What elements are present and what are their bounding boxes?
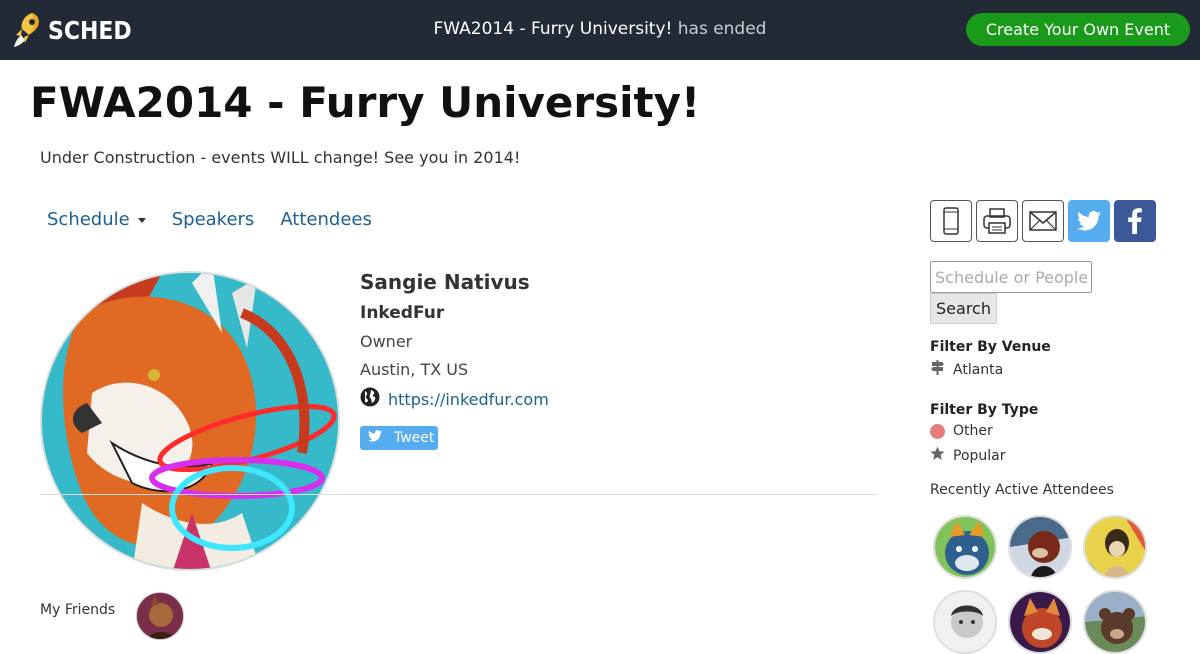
filter-type-title: Filter By Type — [930, 402, 1039, 418]
top-bar: SCHED FWA2014 - Furry University! has en… — [0, 0, 1200, 60]
search-input[interactable] — [930, 261, 1092, 293]
profile-company: InkedFur — [360, 303, 445, 323]
facebook-icon[interactable] — [1114, 200, 1156, 242]
filter-venue-label: Atlanta — [953, 361, 1004, 378]
mobile-icon[interactable] — [930, 200, 972, 242]
attendee-avatar[interactable] — [1083, 515, 1147, 579]
filter-type-popular[interactable]: Popular — [930, 446, 1006, 465]
twitter-bird-icon — [368, 430, 382, 446]
chevron-down-icon — [137, 218, 146, 223]
nav-attendees-label: Attendees — [280, 209, 372, 230]
profile-info: Sangie Nativus InkedFur Owner Austin, TX… — [360, 270, 549, 450]
section-divider — [40, 494, 878, 495]
profile-name: Sangie Nativus — [360, 270, 530, 294]
event-name[interactable]: FWA2014 - Furry University! — [434, 19, 673, 39]
nav-speakers[interactable]: Speakers — [172, 209, 255, 230]
rocket-logo-icon — [12, 11, 44, 49]
filter-type-other[interactable]: Other — [930, 423, 993, 439]
profile-url-link[interactable]: https://inkedfur.com — [388, 390, 549, 409]
tweet-button[interactable]: Tweet — [360, 426, 438, 450]
profile-role: Owner — [360, 332, 413, 351]
filter-type-popular-label: Popular — [953, 447, 1006, 464]
print-icon[interactable] — [976, 200, 1018, 242]
recent-attendees-title: Recently Active Attendees — [930, 482, 1114, 498]
star-icon — [930, 446, 945, 465]
nav-attendees[interactable]: Attendees — [280, 209, 372, 230]
filter-type-other-label: Other — [953, 423, 993, 439]
type-color-dot-icon — [930, 423, 945, 439]
friend-avatar[interactable] — [136, 592, 184, 640]
event-status: FWA2014 - Furry University! has ended — [300, 19, 900, 39]
nav-schedule[interactable]: Schedule — [47, 209, 146, 230]
tweet-label: Tweet — [394, 430, 435, 446]
event-tagline: Under Construction - events WILL change!… — [40, 148, 521, 167]
attendee-avatar[interactable] — [1008, 515, 1072, 579]
profile-website: https://inkedfur.com — [360, 387, 549, 411]
profile-location: Austin, TX US — [360, 360, 469, 379]
friends-label: My Friends — [40, 602, 116, 618]
filter-venue-title: Filter By Venue — [930, 339, 1051, 355]
page-title: FWA2014 - Furry University! — [30, 78, 701, 127]
attendee-avatar[interactable] — [933, 515, 997, 579]
main-nav: Schedule Speakers Attendees — [47, 209, 372, 230]
email-icon[interactable] — [1022, 200, 1064, 242]
globe-icon — [360, 387, 380, 411]
attendee-avatar[interactable] — [1083, 590, 1147, 654]
profile-avatar — [40, 271, 340, 571]
nav-speakers-label: Speakers — [171, 209, 255, 230]
signpost-icon — [930, 360, 945, 379]
logo-text: SCHED — [48, 15, 132, 45]
sched-logo[interactable]: SCHED — [12, 10, 143, 50]
attendee-avatar[interactable] — [933, 590, 997, 654]
search-button[interactable]: Search — [930, 293, 997, 324]
filter-venue-atlanta[interactable]: Atlanta — [930, 360, 1003, 379]
twitter-icon[interactable] — [1068, 200, 1110, 242]
nav-schedule-label: Schedule — [47, 209, 130, 230]
create-event-button[interactable]: Create Your Own Event — [966, 13, 1190, 46]
share-buttons — [930, 200, 1156, 242]
event-ended-label: has ended — [677, 19, 767, 39]
attendee-avatar[interactable] — [1008, 590, 1072, 654]
